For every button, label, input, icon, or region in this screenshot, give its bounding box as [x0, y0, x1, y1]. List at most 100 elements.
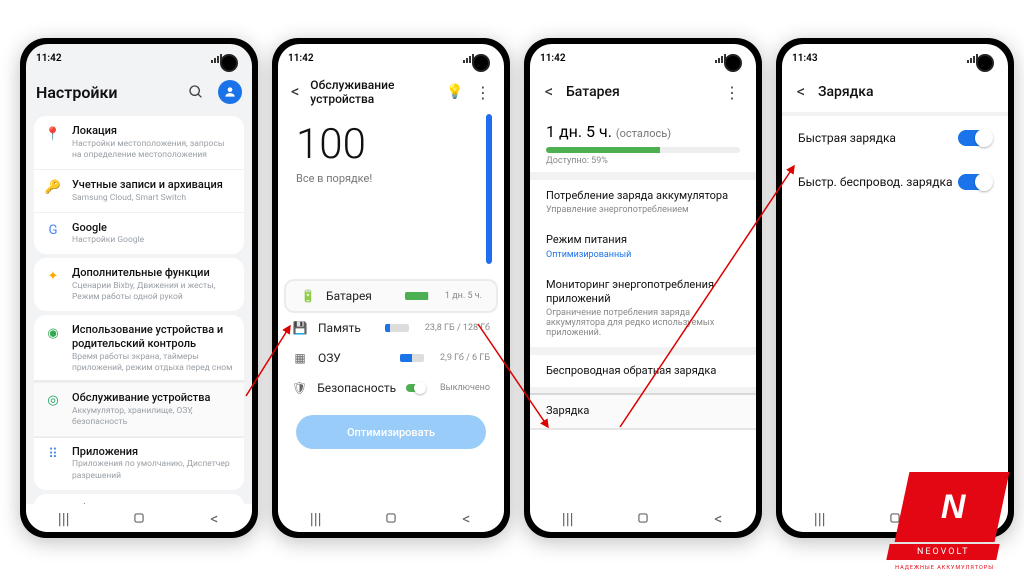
battery-item[interactable]: Беспроводная обратная зарядка — [530, 355, 756, 387]
item-title: Локация — [72, 124, 234, 138]
battery-item[interactable]: Режим питанияОптимизированный — [530, 224, 756, 268]
optimize-button[interactable]: Оптимизировать — [296, 415, 486, 449]
item-title: Приложения — [72, 445, 234, 459]
item-title: Беспроводная обратная зарядка — [546, 364, 740, 378]
toggle-switch[interactable] — [958, 130, 992, 146]
tip-icon[interactable]: 💡 — [446, 84, 463, 100]
usage-bar — [385, 324, 409, 332]
row-icon: 🔋 — [300, 289, 316, 303]
settings-group: 📍ЛокацияНастройки местоположения, запрос… — [34, 116, 244, 254]
phone-settings: 11:42 Настройки 📍ЛокацияНастройки местоп… — [20, 38, 258, 538]
page-title: Батарея — [566, 84, 620, 100]
row-value: 2,9 Гб / 6 ГБ — [440, 353, 490, 363]
item-title: Потребление заряда аккумулятора — [546, 189, 740, 203]
settings-item[interactable]: ⠿ ПриложенияПриложения по умолчанию, Дисп… — [34, 436, 244, 490]
settings-item[interactable]: GGoogleНастройки Google — [34, 212, 244, 255]
battery-item[interactable]: Потребление заряда аккумулятораУправлени… — [530, 180, 756, 224]
status-bar: 11:42 — [26, 44, 252, 72]
item-subtitle: Ограничение потребления заряда аккумулят… — [546, 308, 740, 338]
status-bar: 11:43 — [782, 44, 1008, 72]
charging-item[interactable]: Быстр. беспровод. зарядка — [782, 160, 1008, 204]
battery-item[interactable]: Зарядка — [530, 395, 756, 427]
charging-item[interactable]: Быстрая зарядка — [782, 116, 1008, 160]
nav-home[interactable] — [376, 511, 406, 525]
settings-item[interactable]: ◉Использование устройства и родительский… — [34, 315, 244, 382]
item-icon: ⠿ — [44, 446, 62, 464]
back-icon[interactable]: < — [792, 82, 810, 102]
settings-item[interactable]: 🔑Учетные записи и архивацияSamsung Cloud… — [34, 169, 244, 212]
item-icon: 🔑 — [44, 179, 62, 197]
page-title: Зарядка — [818, 84, 874, 100]
battery-summary: 1 дн. 5 ч. (осталось) Доступно: 59% — [530, 112, 756, 172]
care-row[interactable]: ▦ОЗУ2,9 Гб / 6 ГБ — [278, 343, 504, 373]
logo-brand: NEOVOLT — [917, 547, 970, 557]
row-name: ОЗУ — [318, 351, 384, 365]
item-icon: ◉ — [44, 324, 62, 342]
nav-back[interactable]: < — [703, 511, 733, 525]
neovolt-logo: N NEOVOLT НАДЕЖНЫЕ АККУМУЛЯТОРЫ — [868, 460, 1008, 560]
nav-home[interactable] — [124, 511, 154, 525]
status-time: 11:42 — [36, 53, 62, 64]
logo-mark: N — [941, 488, 964, 527]
camera-cutout — [472, 54, 490, 72]
item-label: Быстр. беспровод. зарядка — [798, 175, 958, 189]
header: < Зарядка — [782, 72, 1008, 112]
settings-item[interactable]: ✦ Дополнительные функцииСценарии Bixby, Д… — [34, 258, 244, 311]
row-value: 1 дн. 5 ч. — [445, 291, 482, 301]
item-subtitle: Samsung Cloud, Smart Switch — [72, 193, 234, 204]
android-navbar: ||| < — [278, 504, 504, 532]
page-title: Обслуживание устройства — [310, 78, 430, 106]
item-title: Обслуживание устройства — [72, 391, 234, 405]
battery-time: 1 дн. 5 ч. — [546, 122, 612, 141]
item-label: Быстрая зарядка — [798, 131, 958, 145]
item-subtitle: Настройки Google — [72, 235, 234, 246]
row-value: Выключено — [440, 383, 490, 393]
battery-time-suffix: (осталось) — [616, 127, 671, 140]
item-icon: 📍 — [44, 125, 62, 143]
toggle[interactable] — [406, 384, 424, 392]
status-time: 11:42 — [288, 53, 314, 64]
item-title: Дополнительные функции — [72, 266, 234, 280]
search-icon[interactable] — [182, 78, 210, 106]
battery-progress — [546, 147, 740, 153]
item-icon: ✦ — [44, 267, 62, 285]
item-subtitle: Приложения по умолчанию, Диспетчер разре… — [72, 459, 234, 481]
battery-item[interactable]: Мониторинг энергопотребления приложенийО… — [530, 269, 756, 348]
settings-group: ✦ Дополнительные функцииСценарии Bixby, Д… — [34, 258, 244, 311]
nav-recent[interactable]: ||| — [805, 511, 835, 525]
header: Настройки — [26, 72, 252, 112]
camera-cutout — [724, 54, 742, 72]
back-icon[interactable]: < — [540, 82, 558, 102]
back-icon[interactable]: < — [288, 82, 302, 102]
item-subtitle: Сценарии Bixby, Движения и жесты, Режим … — [72, 281, 234, 303]
nav-recent[interactable]: ||| — [301, 511, 331, 525]
row-icon: 🛡 — [292, 381, 307, 395]
care-row[interactable]: 🔋Батарея1 дн. 5 ч. — [286, 281, 496, 311]
settings-group: ◉Использование устройства и родительский… — [34, 315, 244, 489]
header: < Батарея ⋮ — [530, 72, 756, 112]
row-name: Память — [318, 321, 369, 335]
score-text: Все в порядке! — [296, 172, 486, 185]
row-name: Безопасность — [317, 381, 396, 395]
nav-back[interactable]: < — [199, 511, 229, 525]
settings-item[interactable]: 📍ЛокацияНастройки местоположения, запрос… — [34, 116, 244, 169]
android-navbar: ||| < — [530, 504, 756, 532]
care-row[interactable]: 🛡 Безопасность Выключено — [278, 373, 504, 403]
device-score: 100 Все в порядке! — [278, 112, 504, 191]
more-icon[interactable]: ⋮ — [718, 78, 746, 106]
nav-recent[interactable]: ||| — [553, 511, 583, 525]
item-subtitle: Аккумулятор, хранилище, ОЗУ, безопасност… — [72, 406, 234, 428]
nav-back[interactable]: < — [451, 511, 481, 525]
profile-avatar[interactable] — [218, 80, 242, 104]
item-title: Режим питания — [546, 233, 740, 247]
logo-tagline: НАДЕЖНЫЕ АККУМУЛЯТОРЫ — [895, 565, 994, 571]
toggle-switch[interactable] — [958, 174, 992, 190]
care-row[interactable]: 💾Память23,8 ГБ / 128 Гб — [278, 313, 504, 343]
nav-recent[interactable]: ||| — [49, 511, 79, 525]
phone-device-care: 11:42 < Обслуживание устройства 💡 ⋮ 100 … — [272, 38, 510, 538]
android-navbar: ||| < — [26, 504, 252, 532]
more-icon[interactable]: ⋮ — [472, 78, 494, 106]
nav-home[interactable] — [628, 511, 658, 525]
page-title: Настройки — [36, 83, 118, 102]
settings-item[interactable]: ◎Обслуживание устройстваАккумулятор, хра… — [34, 382, 244, 436]
